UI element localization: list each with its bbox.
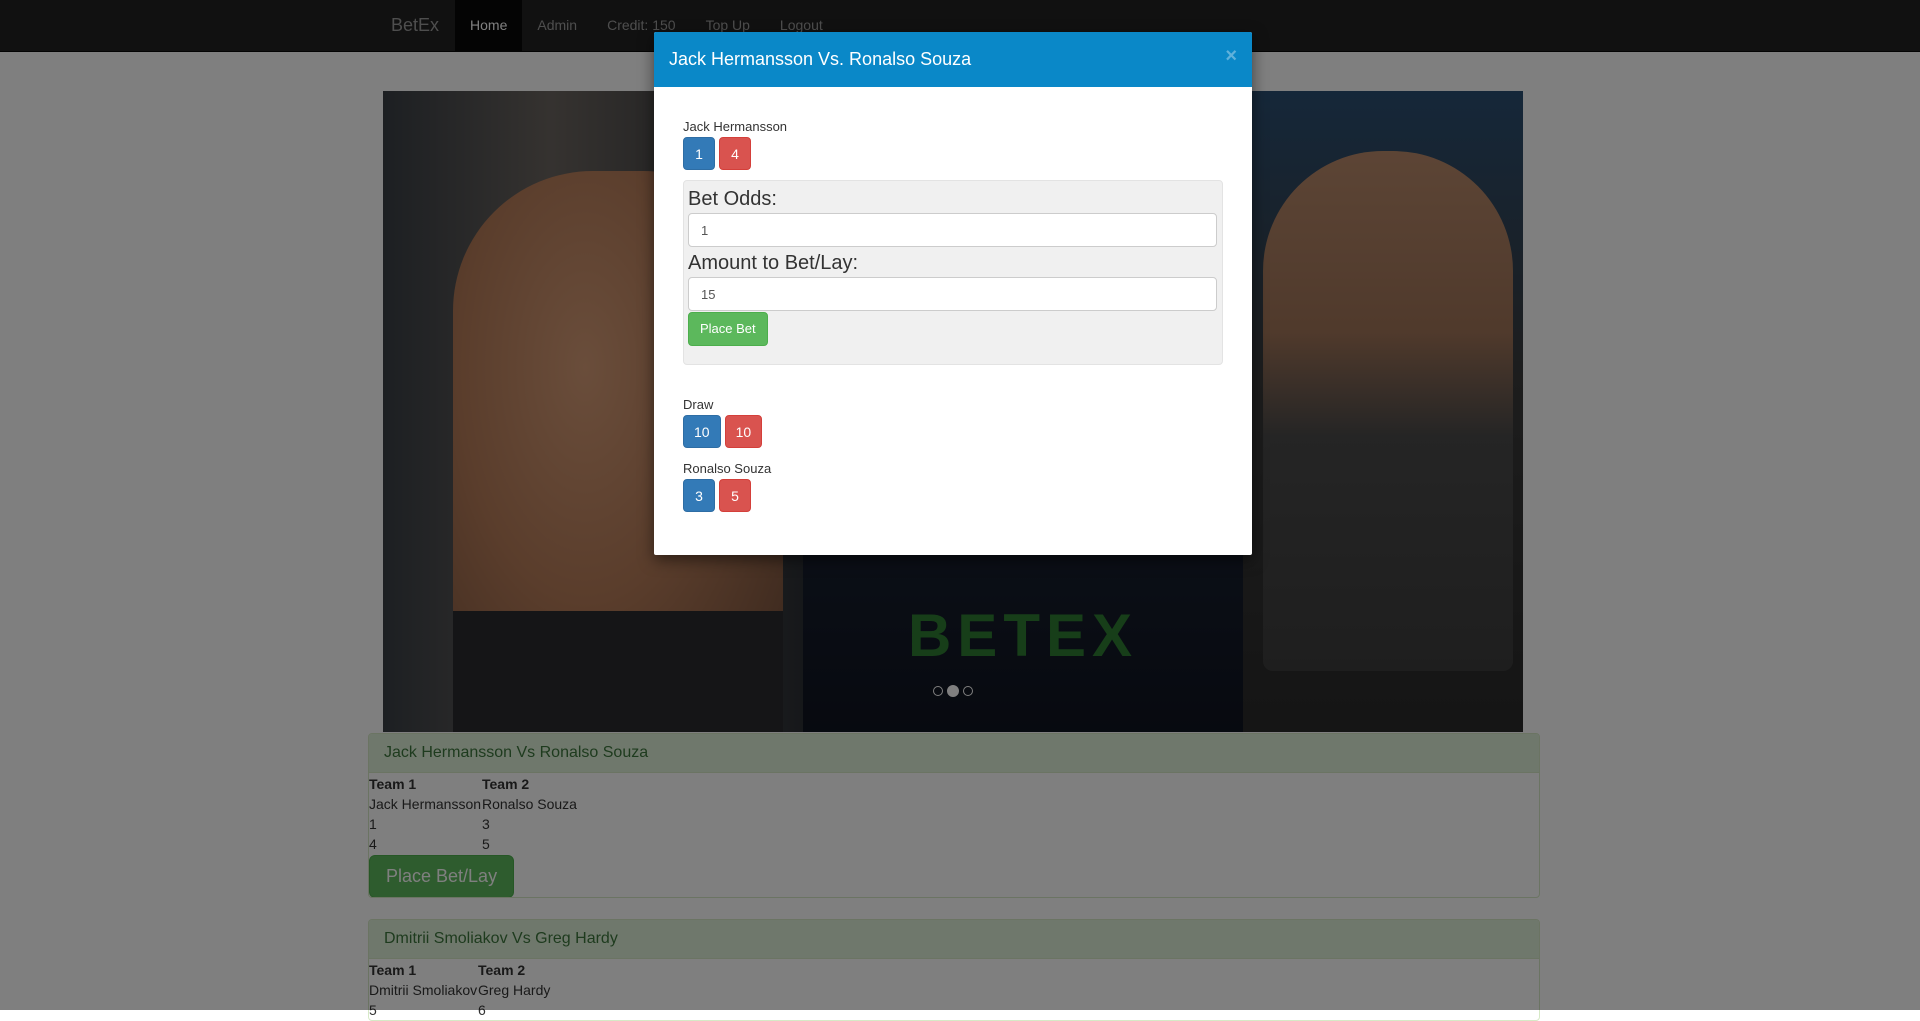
amount-label: Amount to Bet/Lay: [688, 252, 859, 274]
bet-modal: Jack Hermansson Vs. Ronalso Souza × Jack… [654, 32, 1252, 555]
back-odds-button[interactable]: 10 [683, 415, 721, 448]
selection-jack-hermansson: Jack Hermansson 1 4 [683, 87, 1223, 170]
bet-form: Bet Odds: Amount to Bet/Lay: Place Bet [683, 180, 1223, 365]
back-odds-button[interactable]: 1 [683, 137, 715, 170]
place-bet-button[interactable]: Place Bet [688, 312, 768, 346]
selection-label: Draw [683, 397, 714, 412]
selection-draw: Draw 10 10 [683, 365, 1223, 448]
selection-label: Ronalso Souza [683, 461, 772, 476]
back-odds-button[interactable]: 3 [683, 479, 715, 512]
bet-odds-input[interactable] [688, 213, 1217, 247]
modal-header: Jack Hermansson Vs. Ronalso Souza × [654, 32, 1252, 87]
modal-title: Jack Hermansson Vs. Ronalso Souza [669, 49, 972, 69]
lay-odds-button[interactable]: 10 [724, 415, 763, 448]
selection-ronalso-souza: Ronalso Souza 3 5 [683, 448, 1223, 512]
bet-odds-label: Bet Odds: [688, 188, 777, 210]
lay-odds-button[interactable]: 5 [719, 479, 751, 512]
amount-input[interactable] [688, 277, 1217, 311]
lay-odds-button[interactable]: 4 [719, 137, 751, 170]
selection-label: Jack Hermansson [683, 119, 788, 134]
close-icon[interactable]: × [1225, 45, 1237, 68]
modal-body: Jack Hermansson 1 4 Bet Odds: Amount to … [654, 87, 1252, 512]
